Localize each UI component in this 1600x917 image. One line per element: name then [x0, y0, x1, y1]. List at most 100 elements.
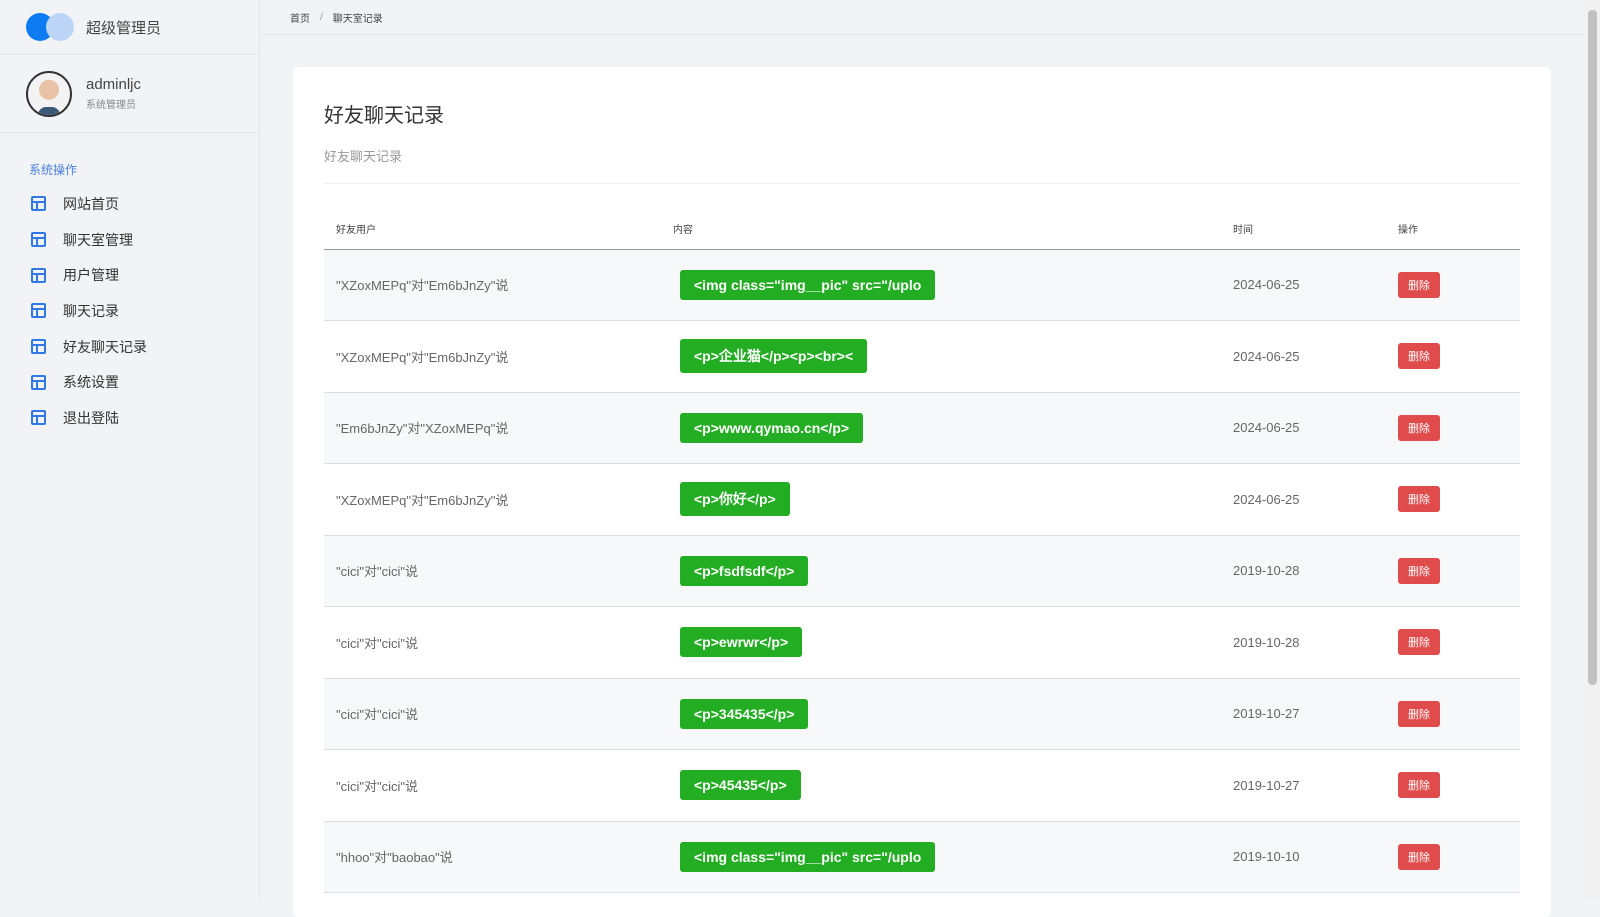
- content-tag: <img class="img__pic" src="/uplo: [680, 841, 936, 872]
- sidebar-item[interactable]: 用户管理: [0, 257, 259, 293]
- layout-icon: [31, 267, 46, 283]
- column-header-time: 时间: [1221, 208, 1386, 250]
- cell-user: "cici"对"cici"说: [324, 606, 661, 679]
- content-tag: <p>45435</p>: [680, 770, 801, 801]
- scrollbar[interactable]: [1584, 0, 1600, 900]
- sidebar-section-title: 系统操作: [29, 163, 78, 177]
- sidebar-item[interactable]: 聊天室管理: [0, 222, 259, 258]
- breadcrumb: 首页 / 聊天室记录: [261, 0, 1584, 35]
- sidebar-item-label: 好友聊天记录: [63, 338, 147, 355]
- table-row: "XZoxMEPq"对"Em6bJnZy"说 <img class="img__…: [324, 249, 1520, 321]
- page-title: 好友聊天记录: [324, 105, 444, 127]
- cell-time: 2024-06-25: [1221, 320, 1386, 393]
- cell-action: 删除: [1386, 678, 1520, 750]
- table-row: "cici"对"cici"说 <p>fsdfsdf</p> 2019-10-28…: [324, 535, 1520, 607]
- content-tag: <p>345435</p>: [680, 698, 809, 729]
- layout-icon: [31, 232, 46, 248]
- page-subtitle: 好友聊天记录: [324, 146, 1520, 184]
- cell-action: 删除: [1386, 535, 1520, 607]
- delete-button[interactable]: 删除: [1398, 343, 1440, 370]
- avatar[interactable]: [26, 70, 72, 117]
- sidebar-item-label: 退出登陆: [63, 409, 119, 426]
- sidebar-item-label: 聊天室管理: [63, 231, 133, 248]
- cell-content: <p>企业猫</p><p><br><: [661, 320, 1221, 393]
- cell-user: "XZoxMEPq"对"Em6bJnZy"说: [324, 249, 661, 321]
- cell-user: "XZoxMEPq"对"Em6bJnZy"说: [324, 463, 661, 536]
- delete-button[interactable]: 删除: [1398, 700, 1440, 727]
- column-header-action: 操作: [1386, 208, 1520, 250]
- table-row: "cici"对"cici"说 <p>45435</p> 2019-10-27 删…: [324, 749, 1520, 822]
- layout-icon: [31, 374, 46, 390]
- column-header-content: 内容: [661, 208, 1221, 250]
- table-row: "XZoxMEPq"对"Em6bJnZy"说 <p>你好</p> 2024-06…: [324, 463, 1520, 536]
- app-title: 超级管理员: [86, 19, 162, 37]
- cell-time: 2019-10-28: [1221, 606, 1386, 679]
- cell-time: 2019-10-10: [1221, 821, 1386, 893]
- content-tag: <img class="img__pic" src="/uplo: [680, 269, 936, 300]
- sidebar: 超级管理员 adminljc 系统管理员 系统操作 网站首页聊天室管理用户管理聊…: [0, 0, 260, 900]
- content-tag: <p>fsdfsdf</p>: [680, 555, 809, 586]
- user-role: 系统管理员: [86, 100, 136, 111]
- cell-content: <p>345435</p>: [661, 678, 1221, 750]
- cell-user: "Em6bJnZy"对"XZoxMEPq"说: [324, 392, 661, 464]
- cell-time: 2024-06-25: [1221, 392, 1386, 464]
- delete-button[interactable]: 删除: [1398, 486, 1440, 513]
- layout-icon: [31, 410, 46, 426]
- cell-content: <p>fsdfsdf</p>: [661, 535, 1221, 607]
- sidebar-item[interactable]: 好友聊天记录: [0, 329, 259, 365]
- table-row: "hhoo"对"baobao"说 <img class="img__pic" s…: [324, 821, 1520, 893]
- cell-content: <img class="img__pic" src="/uplo: [661, 821, 1221, 893]
- logo: 超级管理员: [0, 0, 259, 55]
- sidebar-item-label: 系统设置: [63, 374, 119, 391]
- user-name: adminljc: [86, 76, 142, 93]
- cell-content: <p>你好</p>: [661, 463, 1221, 536]
- table-row: "Em6bJnZy"对"XZoxMEPq"说 <p>www.qymao.cn</…: [324, 392, 1520, 464]
- table-row: "XZoxMEPq"对"Em6bJnZy"说 <p>企业猫</p><p><br>…: [324, 320, 1520, 393]
- delete-button[interactable]: 删除: [1398, 843, 1440, 870]
- cell-content: <p>45435</p>: [661, 749, 1221, 822]
- cell-user: "cici"对"cici"说: [324, 749, 661, 822]
- sidebar-item-label: 聊天记录: [63, 302, 119, 319]
- sidebar-item[interactable]: 系统设置: [0, 364, 259, 400]
- cell-user: "cici"对"cici"说: [324, 678, 661, 750]
- content-tag: <p>ewrwr</p>: [680, 627, 803, 658]
- content-card: 好友聊天记录 好友聊天记录 好友用户 内容 时间 操作 "XZoxMEPq"对"…: [293, 67, 1551, 917]
- sidebar-item[interactable]: 聊天记录: [0, 293, 259, 329]
- cell-action: 删除: [1386, 821, 1520, 893]
- cell-user: "XZoxMEPq"对"Em6bJnZy"说: [324, 320, 661, 393]
- delete-button[interactable]: 删除: [1398, 629, 1440, 656]
- user-profile: adminljc 系统管理员: [0, 55, 259, 133]
- cell-action: 删除: [1386, 749, 1520, 822]
- column-header-user: 好友用户: [324, 208, 661, 250]
- cell-action: 删除: [1386, 606, 1520, 679]
- sidebar-item[interactable]: 网站首页: [0, 186, 259, 222]
- delete-button[interactable]: 删除: [1398, 414, 1440, 441]
- cell-time: 2024-06-25: [1221, 463, 1386, 536]
- cell-action: 删除: [1386, 249, 1520, 321]
- content-tag: <p>www.qymao.cn</p>: [680, 412, 864, 443]
- scrollbar-thumb[interactable]: [1588, 10, 1597, 685]
- cell-action: 删除: [1386, 463, 1520, 536]
- sidebar-item-label: 网站首页: [63, 195, 119, 212]
- cell-user: "hhoo"对"baobao"说: [324, 821, 661, 893]
- table-row: "cici"对"cici"说 <p>345435</p> 2019-10-27 …: [324, 678, 1520, 750]
- delete-button[interactable]: 删除: [1398, 557, 1440, 584]
- cell-action: 删除: [1386, 392, 1520, 464]
- content-tag: <p>企业猫</p><p><br><: [680, 339, 868, 374]
- delete-button[interactable]: 删除: [1398, 772, 1440, 799]
- breadcrumb-separator: /: [320, 11, 323, 23]
- cell-user: "cici"对"cici"说: [324, 535, 661, 607]
- breadcrumb-home[interactable]: 首页: [290, 10, 310, 25]
- cell-action: 删除: [1386, 320, 1520, 393]
- cell-time: 2019-10-27: [1221, 749, 1386, 822]
- layout-icon: [31, 303, 46, 319]
- logo-icon: [26, 13, 74, 41]
- delete-button[interactable]: 删除: [1398, 271, 1440, 298]
- content-tag: <p>你好</p>: [680, 482, 790, 517]
- cell-time: 2019-10-27: [1221, 678, 1386, 750]
- breadcrumb-current: 聊天室记录: [332, 13, 383, 25]
- cell-time: 2019-10-28: [1221, 535, 1386, 607]
- sidebar-item[interactable]: 退出登陆: [0, 400, 259, 436]
- sidebar-item-label: 用户管理: [63, 267, 119, 284]
- cell-content: <img class="img__pic" src="/uplo: [661, 249, 1221, 321]
